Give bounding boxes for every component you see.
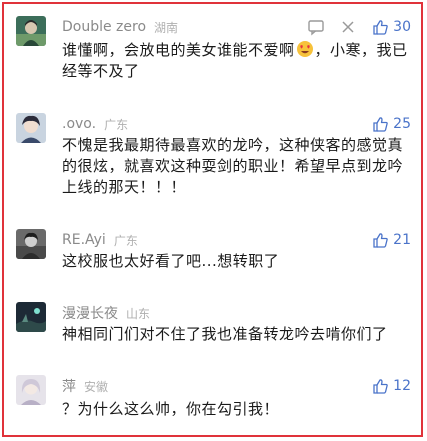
thumbs-up-icon	[372, 378, 389, 395]
location: 广东	[104, 117, 129, 132]
comment-text: 这校服也太好看了吧...想转职了	[62, 252, 280, 270]
comment-header: RE.Ayi 广东	[62, 230, 138, 250]
username[interactable]: 萍	[62, 376, 76, 396]
like-button[interactable]: 25	[372, 114, 411, 134]
thumbs-up-icon	[372, 232, 389, 249]
location: 湖南	[154, 20, 179, 35]
avatar[interactable]	[16, 302, 46, 332]
location: 广东	[113, 233, 138, 248]
like-button[interactable]: 30	[372, 17, 411, 37]
thumbs-up-icon	[372, 19, 389, 36]
like-count: 12	[393, 378, 411, 394]
comment-header: .ovo. 广东	[62, 114, 128, 134]
comment-header: 萍 安徽	[62, 376, 108, 396]
like-count: 21	[393, 232, 411, 248]
comment-text: ？为什么这么帅，你在勾引我！	[62, 400, 280, 418]
username[interactable]: RE.Ayi	[62, 232, 106, 248]
like-button[interactable]: 12	[372, 376, 411, 396]
username[interactable]: .ovo.	[62, 116, 96, 132]
avatar[interactable]	[16, 113, 46, 143]
avatar[interactable]	[16, 375, 46, 405]
like-count: 30	[393, 19, 411, 35]
more-icon[interactable]	[339, 18, 357, 36]
reply-icon[interactable]	[307, 18, 325, 36]
comment-text: 谁懂啊，会放电的美女谁能不爱啊 ，小寒，我已经等不及了	[62, 40, 414, 82]
avatar[interactable]	[16, 229, 46, 259]
avatar[interactable]	[16, 16, 46, 46]
comment-header: 漫漫长夜 山东	[62, 303, 150, 323]
thumbs-up-icon	[372, 116, 389, 133]
comment-text-part: 谁懂啊，会放电的美女谁能不爱啊	[62, 41, 295, 59]
heart-eyes-emoji-icon	[296, 40, 314, 58]
like-button[interactable]: 21	[372, 230, 411, 250]
comments-panel: Double zero 湖南 30 谁懂啊，会放电的美女谁能不爱啊 ，小寒，我已…	[2, 2, 423, 437]
like-count: 25	[393, 116, 411, 132]
username[interactable]: Double zero	[62, 19, 146, 35]
location: 安徽	[84, 379, 109, 394]
comment-text: 神相同门们对不住了我也准备转龙吟去啃你们了	[62, 325, 388, 343]
comment-header: Double zero 湖南	[62, 17, 178, 37]
comment-text: 不愧是我最期待最喜欢的龙吟，这种侠客的感觉真的很炫，就喜欢这种耍剑的职业！希望早…	[62, 136, 404, 196]
location: 山东	[126, 306, 151, 321]
username[interactable]: 漫漫长夜	[62, 303, 118, 323]
